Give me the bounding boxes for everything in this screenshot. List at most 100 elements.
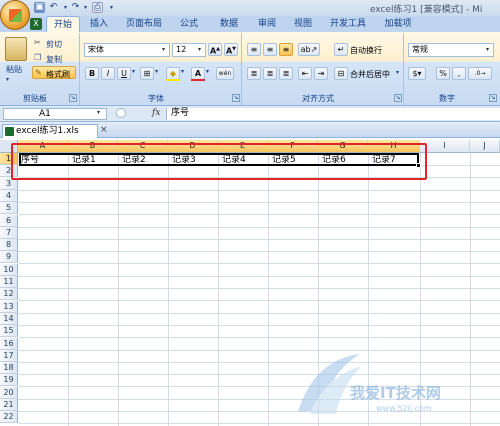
column-header-j[interactable]: J <box>470 140 500 153</box>
increase-indent-icon[interactable]: ⇥ <box>314 67 328 80</box>
formula-input[interactable]: 序号 <box>166 108 500 120</box>
paste-button[interactable]: 粘贴 <box>6 64 22 75</box>
row-header-17[interactable]: 17 <box>0 349 18 362</box>
format-painter-button[interactable]: 格式刷 <box>46 69 70 80</box>
tab-addins[interactable]: 加载项 <box>378 16 418 32</box>
chevron-down-icon[interactable]: ▾ <box>483 45 492 55</box>
row-header-10[interactable]: 10 <box>0 263 18 276</box>
copy-icon[interactable]: ❐ <box>34 53 41 62</box>
row-gridline <box>18 324 500 326</box>
currency-icon[interactable]: $▾ <box>408 67 426 80</box>
alignment-group-label: 对齐方式 <box>302 94 334 103</box>
paste-dropdown-icon[interactable]: ▾ <box>6 76 9 83</box>
alignment-launcher-icon[interactable]: ↘ <box>394 94 402 102</box>
merge-center-icon[interactable]: ⊟ <box>334 67 348 80</box>
merge-center-dropdown-icon[interactable]: ▾ <box>396 69 399 76</box>
number-launcher-icon[interactable]: ↘ <box>489 94 497 102</box>
align-top-icon[interactable]: ≡ <box>247 43 261 56</box>
watermark-logo: 我爱IT技术网 www.52ij.com <box>290 352 500 422</box>
italic-button[interactable]: I <box>101 67 115 80</box>
fill-color-dropdown-icon[interactable]: ▾ <box>181 68 184 75</box>
chevron-down-icon[interactable]: ▾ <box>159 45 168 55</box>
underline-dropdown-icon[interactable]: ▾ <box>132 68 135 75</box>
undo-icon[interactable]: ↶ <box>48 2 59 13</box>
row-header-19[interactable]: 19 <box>0 374 18 387</box>
grow-font-button[interactable]: A▲ <box>208 43 222 56</box>
tab-review[interactable]: 审阅 <box>252 16 282 32</box>
tab-view[interactable]: 视图 <box>288 16 318 32</box>
cancel-entry-icon[interactable] <box>116 108 126 118</box>
name-box-dropdown-icon[interactable]: ▾ <box>97 109 100 116</box>
row-header-20[interactable]: 20 <box>0 386 18 399</box>
orientation-icon[interactable]: ab↗ <box>298 43 320 56</box>
shrink-font-button[interactable]: A▼ <box>224 43 238 56</box>
merge-center-button[interactable]: 合并后居中 <box>350 69 390 80</box>
row-header-13[interactable]: 13 <box>0 300 18 313</box>
increase-decimal-icon[interactable]: .0→ <box>468 67 492 80</box>
tab-formulas[interactable]: 公式 <box>174 16 204 32</box>
cut-icon[interactable]: ✂ <box>34 38 41 47</box>
borders-icon[interactable]: ⊞ <box>140 67 154 80</box>
align-center-icon[interactable]: ≣ <box>263 67 277 80</box>
number-format-combo[interactable]: 常规 ▾ <box>408 43 494 57</box>
font-group-label: 字体 <box>148 94 164 103</box>
wrap-text-button[interactable]: 自动换行 <box>350 45 382 56</box>
align-left-icon[interactable]: ≣ <box>247 67 261 80</box>
comma-button[interactable]: , <box>452 67 466 80</box>
row-header-5[interactable]: 5 <box>0 202 18 215</box>
redo-dropdown-icon[interactable]: ▾ <box>80 2 91 13</box>
copy-button[interactable]: 复制 <box>46 54 62 65</box>
row-header-6[interactable]: 6 <box>0 214 18 227</box>
workbook-tab[interactable]: excel练习1.xls <box>2 124 98 138</box>
bold-button[interactable]: B <box>85 67 99 80</box>
row-header-16[interactable]: 16 <box>0 337 18 350</box>
row-header-12[interactable]: 12 <box>0 288 18 301</box>
decrease-indent-icon[interactable]: ⇤ <box>298 67 312 80</box>
font-color-dropdown-icon[interactable]: ▾ <box>206 68 209 75</box>
column-header-i[interactable]: I <box>420 140 470 153</box>
name-box[interactable]: A1 <box>3 108 107 120</box>
tab-developer[interactable]: 开发工具 <box>324 16 372 32</box>
font-size-combo[interactable]: 12 ▾ <box>172 43 206 57</box>
tab-insert[interactable]: 插入 <box>84 16 114 32</box>
row-header-14[interactable]: 14 <box>0 312 18 325</box>
align-middle-icon[interactable]: ≡ <box>263 43 277 56</box>
row-gridline <box>18 201 500 203</box>
office-button[interactable] <box>0 0 30 30</box>
qat-customize-icon[interactable]: ▾ <box>106 2 117 13</box>
number-format-value: 常规 <box>412 45 428 54</box>
save-icon[interactable]: ▣ <box>34 2 45 13</box>
align-right-icon[interactable]: ≣ <box>279 67 293 80</box>
phonetic-button[interactable]: wén <box>216 67 234 80</box>
row-header-18[interactable]: 18 <box>0 362 18 375</box>
watermark-url: www.52ij.com <box>376 404 432 413</box>
paste-icon[interactable] <box>5 37 27 61</box>
row-header-15[interactable]: 15 <box>0 325 18 338</box>
row-header-8[interactable]: 8 <box>0 239 18 252</box>
tab-home[interactable]: 开始 <box>46 16 80 32</box>
underline-button[interactable]: U <box>117 67 131 80</box>
borders-dropdown-icon[interactable]: ▾ <box>155 68 158 75</box>
print-preview-icon[interactable]: ⎙ <box>92 2 103 13</box>
column-gridline <box>68 153 69 426</box>
tab-page-layout[interactable]: 页面布局 <box>120 16 168 32</box>
row-header-7[interactable]: 7 <box>0 226 18 239</box>
wrap-text-icon[interactable]: ↵ <box>334 43 348 56</box>
row-header-22[interactable]: 22 <box>0 411 18 424</box>
cut-button[interactable]: 剪切 <box>46 39 62 50</box>
row-header-4[interactable]: 4 <box>0 189 18 202</box>
row-header-21[interactable]: 21 <box>0 399 18 411</box>
close-icon[interactable]: × <box>100 125 108 135</box>
align-bottom-icon[interactable]: ≡ <box>279 43 293 56</box>
insert-function-icon[interactable]: fx <box>152 108 160 118</box>
tab-data[interactable]: 数据 <box>214 16 244 32</box>
row-gridline <box>18 337 500 339</box>
font-name-combo[interactable]: 宋体 ▾ <box>84 43 170 57</box>
percent-button[interactable]: % <box>436 67 450 80</box>
font-launcher-icon[interactable]: ↘ <box>232 94 240 102</box>
row-gridline <box>18 226 500 228</box>
clipboard-launcher-icon[interactable]: ↘ <box>69 94 77 102</box>
row-header-9[interactable]: 9 <box>0 251 18 264</box>
row-header-11[interactable]: 11 <box>0 276 18 288</box>
chevron-down-icon[interactable]: ▾ <box>195 45 204 55</box>
